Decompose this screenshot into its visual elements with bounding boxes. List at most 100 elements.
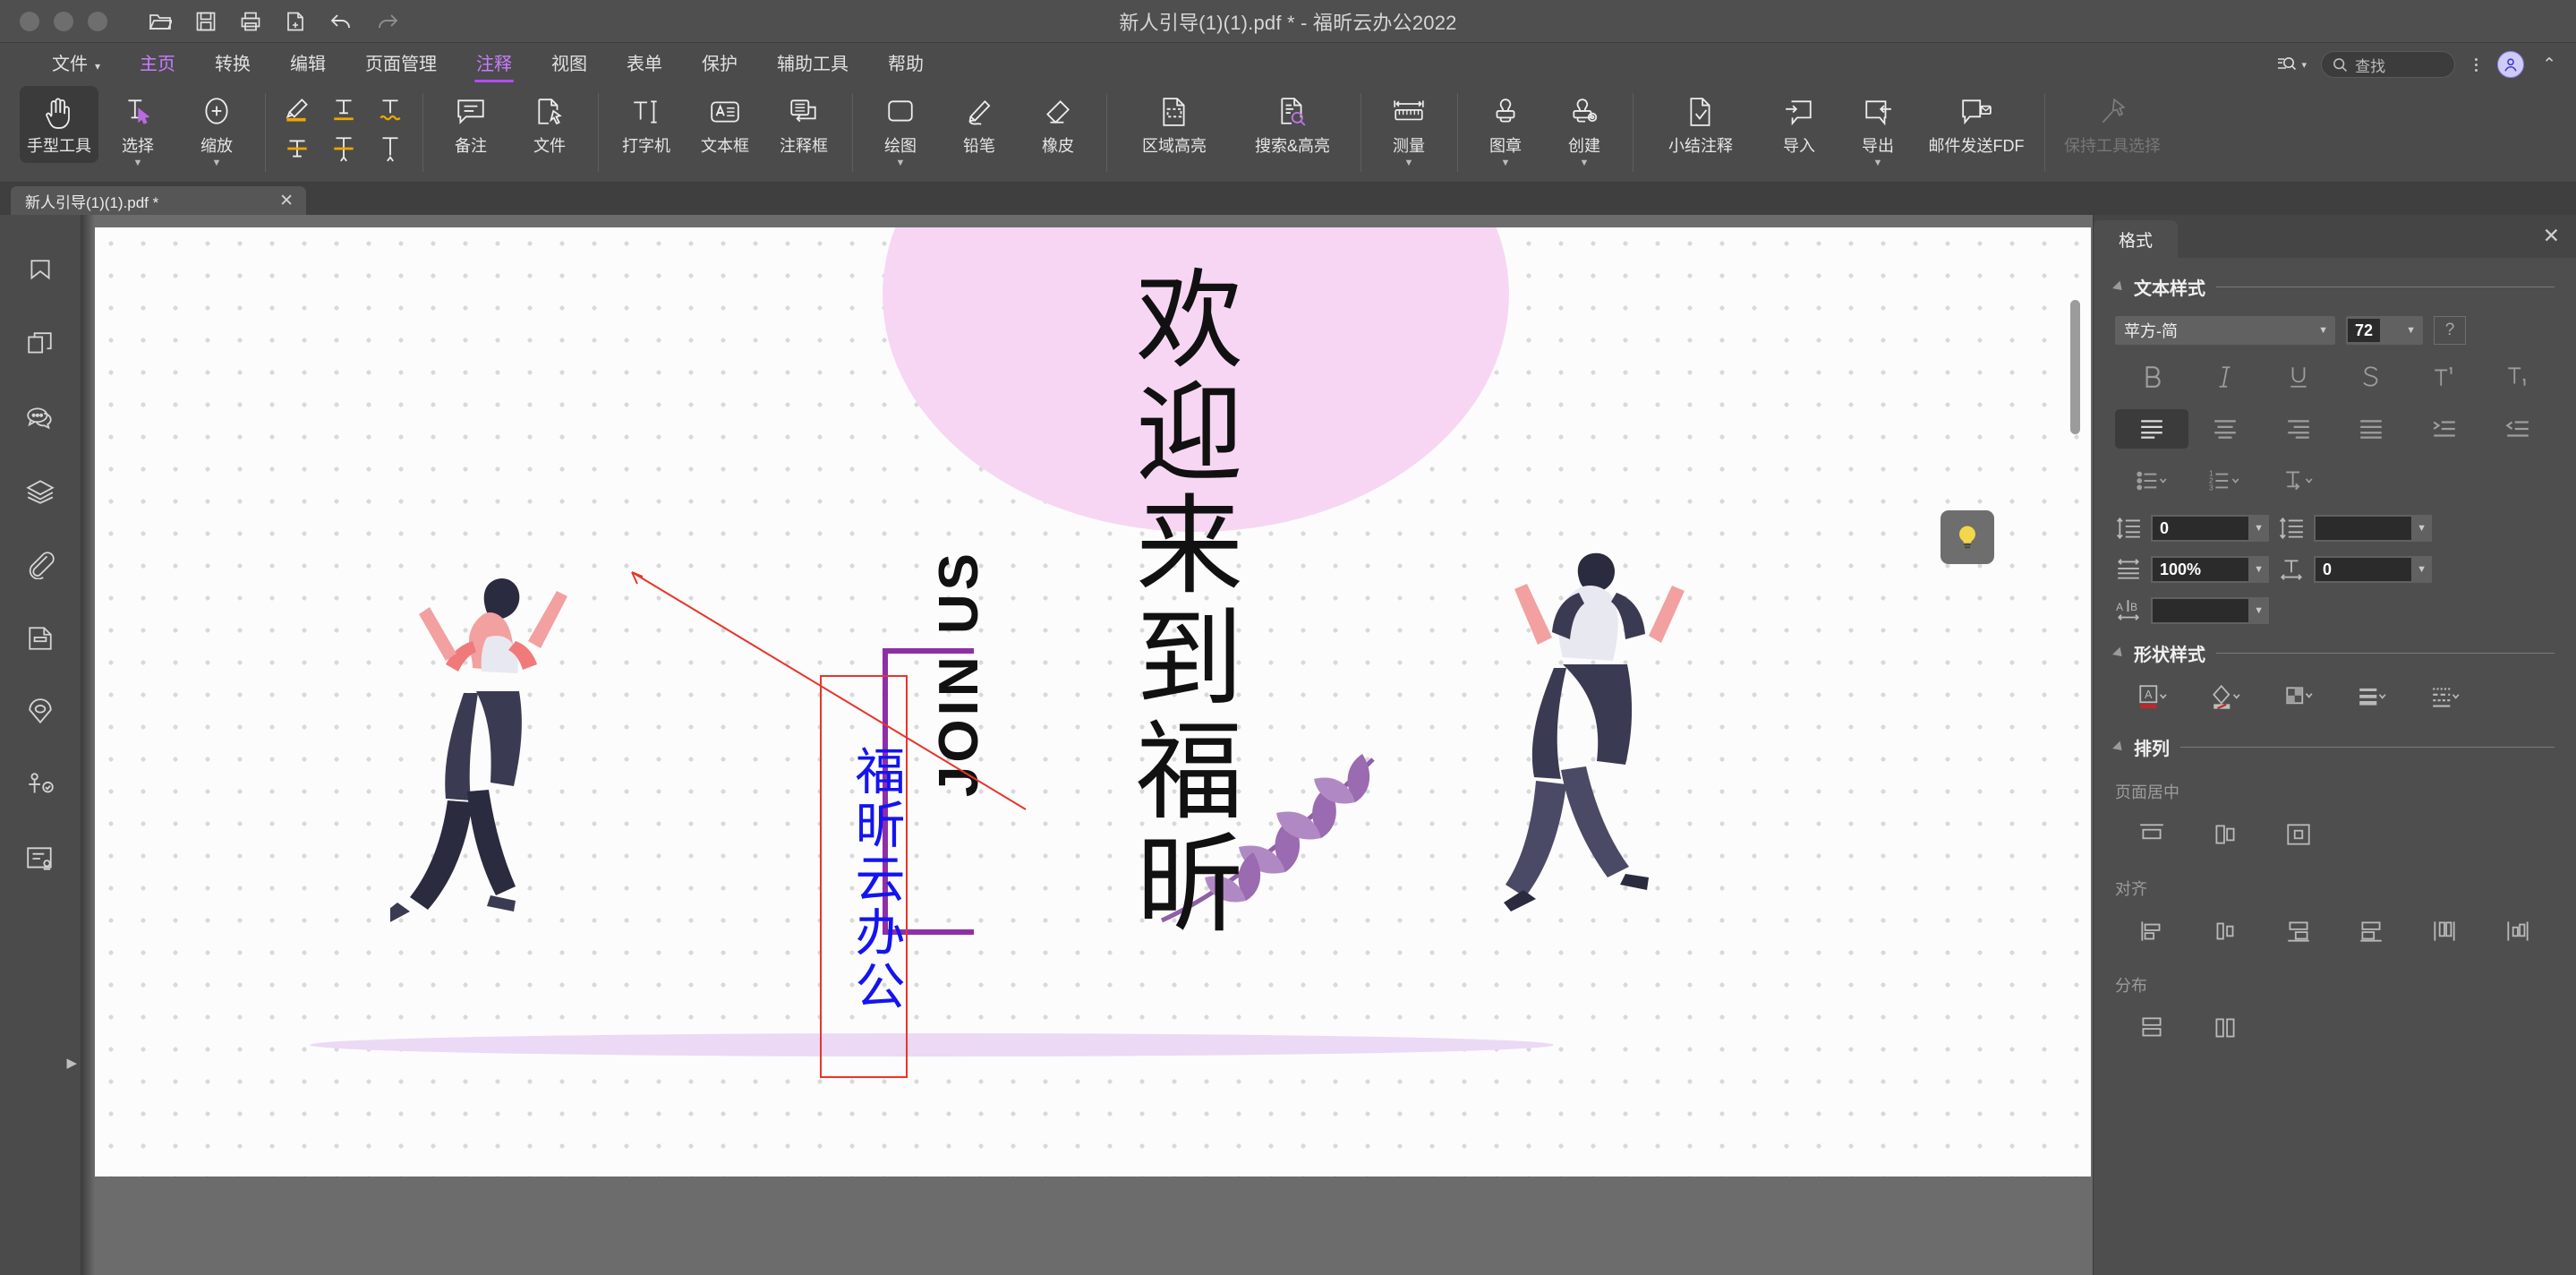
align-justify-icon[interactable] — [2334, 409, 2408, 449]
align-obj-bottom-icon[interactable] — [2481, 909, 2555, 954]
textbox-button[interactable]: 文本框 — [686, 86, 764, 163]
save-icon[interactable] — [195, 11, 217, 32]
char-scale-input[interactable]: 100% ▼ — [2151, 556, 2269, 583]
eraser-button[interactable]: 橡皮 — [1019, 86, 1097, 163]
file-attach-button[interactable]: 文件 — [510, 86, 589, 163]
align-center-icon[interactable] — [2188, 409, 2262, 449]
sidebar-item-fields[interactable] — [0, 822, 81, 895]
menu-convert[interactable]: 转换 — [195, 43, 270, 86]
typewriter-button[interactable]: 打字机 — [607, 86, 686, 163]
center-vertical-icon[interactable] — [2188, 812, 2262, 857]
summarize-button[interactable]: 小结注释 — [1642, 86, 1760, 163]
callout-button[interactable]: 注释框 — [764, 86, 843, 163]
chevron-down-icon[interactable]: ▼ — [1404, 158, 1414, 168]
numbered-list-icon[interactable]: 1 2 3 — [2188, 461, 2262, 501]
collapse-ribbon-icon[interactable]: ⌃ — [2538, 55, 2560, 75]
note-button[interactable]: 备注 — [431, 86, 510, 163]
line-spacing-input[interactable]: 0 ▼ — [2151, 515, 2269, 542]
chevron-down-icon[interactable]: ▼ — [133, 158, 143, 168]
stamp-button[interactable]: 图章 ▼ — [1466, 86, 1545, 168]
char-spacing-input[interactable]: 0 ▼ — [2314, 556, 2432, 583]
bullet-list-icon[interactable] — [2115, 461, 2188, 501]
sidebar-item-attachments[interactable] — [0, 528, 81, 602]
distribute-horizontal-icon[interactable] — [2188, 1005, 2262, 1050]
sidebar-item-layers[interactable] — [0, 455, 81, 528]
font-help-button[interactable]: ? — [2434, 316, 2466, 345]
underline-icon[interactable] — [2262, 357, 2335, 397]
menu-form[interactable]: 表单 — [607, 43, 682, 86]
menu-edit[interactable]: 编辑 — [270, 43, 345, 86]
sidebar-item-signature[interactable] — [0, 749, 81, 822]
section-shape-style[interactable]: 形状样式 — [2112, 640, 2555, 666]
menu-file[interactable]: 文件 ▾ — [32, 43, 120, 86]
mail-fdf-button[interactable]: 邮件发送FDF — [1917, 86, 2035, 163]
undo-icon[interactable] — [329, 11, 353, 32]
chevron-down-icon[interactable]: ▼ — [1580, 158, 1590, 168]
document-viewport[interactable]: 欢迎来到福昕 JOIN US 福昕云办公 — [81, 215, 2093, 1275]
align-left-icon[interactable] — [2115, 409, 2188, 449]
menu-page-manage[interactable]: 页面管理 — [345, 43, 456, 86]
underline-icon[interactable] — [330, 96, 357, 127]
shape-button[interactable]: 绘图 ▼ — [861, 86, 940, 168]
align-obj-left-icon[interactable] — [2115, 909, 2188, 954]
advanced-search-button[interactable]: ▾ — [2276, 55, 2307, 74]
menu-comment[interactable]: 注释 — [456, 43, 532, 86]
sidebar-item-locations[interactable] — [0, 675, 81, 749]
strikeout-icon[interactable] — [284, 135, 311, 167]
document-tab[interactable]: 新人引导(1)(1).pdf * ✕ — [11, 186, 306, 215]
expand-right-icon[interactable]: ▶ — [66, 1055, 77, 1071]
new-page-icon[interactable] — [285, 11, 306, 32]
zoom-tool-button[interactable]: 缩放 ▼ — [177, 86, 256, 168]
search-input[interactable]: 查找 — [2321, 51, 2456, 78]
sidebar-item-comments[interactable] — [0, 381, 81, 455]
vertical-scrollbar-track[interactable] — [2070, 215, 2086, 1275]
text-fill-color-icon[interactable]: A — [2115, 679, 2188, 718]
insert-text-icon[interactable] — [377, 134, 404, 167]
select-tool-button[interactable]: 选择 ▼ — [98, 86, 177, 168]
window-controls[interactable] — [0, 11, 107, 31]
indent-decrease-icon[interactable] — [2481, 409, 2555, 449]
import-button[interactable]: 导入 — [1760, 86, 1838, 163]
word-spacing-input[interactable]: ▼ — [2151, 597, 2269, 624]
close-window-button[interactable] — [20, 11, 39, 31]
chevron-down-icon[interactable]: ▼ — [1873, 158, 1883, 168]
menu-accessibility[interactable]: 辅助工具 — [757, 43, 868, 86]
line-style-icon[interactable] — [2409, 679, 2482, 718]
sidebar-item-pages[interactable] — [0, 308, 81, 381]
stamp-create-button[interactable]: 创建 ▼ — [1545, 86, 1624, 168]
minimize-window-button[interactable] — [54, 11, 73, 31]
shape-fill-color-icon[interactable] — [2188, 679, 2262, 718]
align-obj-hcenter-icon[interactable] — [2188, 909, 2262, 954]
align-obj-vcenter-icon[interactable] — [2408, 909, 2481, 954]
chevron-down-icon[interactable]: ▼ — [896, 158, 906, 168]
center-horizontal-icon[interactable] — [2115, 812, 2188, 857]
section-text-style[interactable]: 文本样式 — [2112, 274, 2555, 300]
hand-tool-button[interactable]: 手型工具 — [20, 86, 98, 163]
area-highlight-button[interactable]: 区域高亮 — [1115, 86, 1233, 163]
italic-icon[interactable] — [2188, 357, 2262, 397]
distribute-vertical-icon[interactable] — [2115, 1005, 2188, 1050]
maximize-window-button[interactable] — [88, 11, 107, 31]
highlight-icon[interactable] — [282, 96, 312, 127]
replace-text-icon[interactable] — [330, 134, 357, 167]
align-obj-top-icon[interactable] — [2334, 909, 2408, 954]
pdf-page[interactable]: 欢迎来到福昕 JOIN US 福昕云办公 — [95, 227, 2091, 1177]
open-icon[interactable] — [149, 11, 172, 32]
close-icon[interactable]: ✕ — [2543, 224, 2560, 248]
pencil-button[interactable]: 铅笔 — [940, 86, 1019, 163]
squiggly-icon[interactable] — [377, 96, 404, 127]
lightbulb-icon[interactable] — [1941, 510, 1994, 564]
bold-icon[interactable] — [2115, 357, 2188, 397]
text-direction-icon[interactable] — [2262, 461, 2335, 501]
paragraph-spacing-input[interactable]: ▼ — [2314, 515, 2432, 542]
superscript-icon[interactable] — [2408, 357, 2481, 397]
measure-button[interactable]: 测量 ▼ — [1369, 86, 1448, 168]
vertical-scrollbar-thumb[interactable] — [2070, 300, 2080, 434]
section-arrange[interactable]: 排列 — [2112, 734, 2555, 760]
strikethrough-icon[interactable] — [2334, 357, 2408, 397]
close-icon[interactable]: ✕ — [279, 191, 294, 211]
menu-view[interactable]: 视图 — [532, 43, 607, 86]
print-icon[interactable] — [240, 11, 261, 32]
center-both-icon[interactable] — [2262, 812, 2335, 857]
menu-help[interactable]: 帮助 — [868, 43, 943, 86]
